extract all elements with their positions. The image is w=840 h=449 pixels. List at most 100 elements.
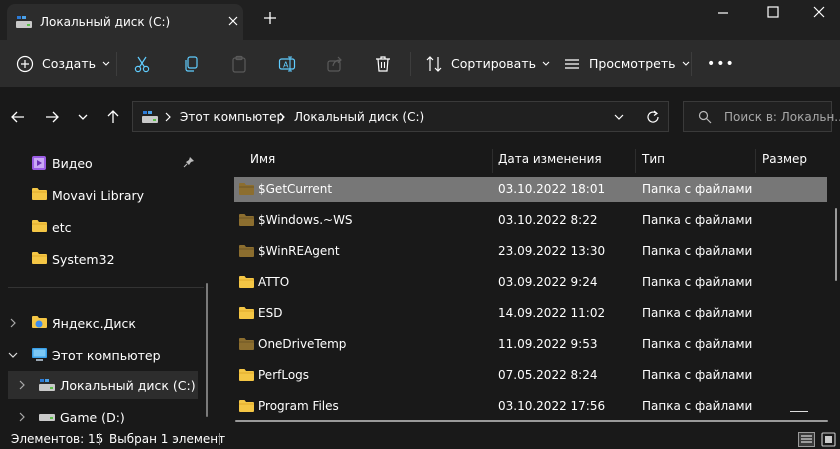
tab-local-disk[interactable]: Локальный диск (C:): [7, 4, 243, 40]
column-date-label: Дата изменения: [498, 152, 602, 166]
file-date-modified: 03.09.2022 9:24: [498, 275, 598, 289]
column-divider[interactable]: [492, 149, 493, 173]
create-label: Создать: [42, 56, 96, 71]
nav-item-label: Видео: [52, 156, 93, 171]
file-row[interactable]: ESD 14.09.2022 11:02 Папка с файлами: [234, 301, 827, 326]
folder-icon: [238, 275, 255, 289]
address-dropdown-chevron-icon[interactable]: [613, 113, 625, 121]
file-date-modified: 23.09.2022 13:30: [498, 244, 606, 258]
column-divider[interactable]: [635, 149, 636, 173]
file-date-modified: 03.10.2022 17:56: [498, 399, 606, 413]
nav-item-yandex-disk[interactable]: Яндекс.Диск: [0, 309, 200, 337]
share-button[interactable]: [326, 40, 344, 87]
chevron-right-icon[interactable]: [278, 112, 286, 122]
folder-icon: [238, 306, 255, 320]
column-header-date[interactable]: Дата изменения: [498, 149, 638, 170]
breadcrumb-local-disk[interactable]: Локальный диск (C:): [294, 110, 424, 124]
search-placeholder: Поиск в: Локальн...: [724, 110, 840, 124]
nav-item-game-d[interactable]: Game (D:): [0, 403, 200, 427]
chevron-right-icon[interactable]: [18, 412, 26, 422]
chevron-down-icon: [542, 61, 550, 67]
close-tab-icon[interactable]: [226, 14, 240, 28]
file-date-modified: 11.09.2022 9:53: [498, 337, 598, 351]
new-tab-icon[interactable]: [262, 10, 278, 26]
column-size-label: Размер: [762, 152, 808, 166]
chevron-right-icon[interactable]: [9, 318, 17, 328]
view-button[interactable]: Просмотреть: [563, 40, 690, 87]
svg-text:A: A: [283, 60, 289, 69]
chevron-down-icon[interactable]: [8, 351, 18, 359]
breadcrumb-this-pc[interactable]: Этот компьютер: [180, 110, 284, 124]
nav-item-label: Game (D:): [60, 410, 125, 425]
back-arrow-icon[interactable]: [10, 109, 26, 125]
more-dots-icon: •••: [707, 55, 735, 72]
address-bar[interactable]: Этот компьютер Локальный диск (C:): [132, 101, 669, 132]
refresh-icon[interactable]: [645, 109, 661, 125]
nav-item-label: Movavi Library: [52, 188, 145, 203]
file-list-horizontal-scrollbar[interactable]: [235, 420, 828, 422]
column-header-type[interactable]: Тип: [642, 149, 752, 170]
create-button[interactable]: Создать: [16, 40, 110, 87]
file-row[interactable]: PerfLogs 07.05.2022 8:24 Папка с файлами: [234, 363, 827, 388]
toolbar-divider: [691, 52, 692, 76]
video-folder-icon: [31, 155, 47, 171]
chevron-right-icon[interactable]: [18, 380, 26, 390]
search-box[interactable]: Поиск в: Локальн...: [683, 101, 840, 132]
nav-item-this-pc[interactable]: Этот компьютер: [0, 341, 200, 369]
close-window-icon[interactable]: [811, 5, 827, 19]
status-bar: Элементов: 15 Выбран 1 элемент: [0, 427, 840, 449]
column-header-size[interactable]: Размер: [762, 149, 832, 170]
file-row[interactable]: Program Files 03.10.2022 17:56 Папка с фай…: [234, 394, 827, 419]
paste-button[interactable]: [230, 40, 248, 87]
folder-icon: [31, 251, 48, 265]
nav-item-video[interactable]: Видео: [0, 149, 200, 177]
delete-button[interactable]: [374, 40, 392, 87]
file-row[interactable]: $WinREAgent 23.09.2022 13:30 Папка с файла…: [234, 239, 827, 264]
rename-icon: A: [278, 55, 296, 73]
up-arrow-icon[interactable]: [105, 109, 121, 125]
column-divider[interactable]: [755, 149, 756, 173]
cut-button[interactable]: [133, 40, 151, 87]
nav-scrollbar[interactable]: [206, 283, 208, 417]
details-view-button[interactable]: [798, 432, 815, 447]
file-type: Папка с файлами: [642, 337, 753, 351]
sort-button[interactable]: Сортировать: [425, 40, 550, 87]
nav-item-movavi-library[interactable]: Movavi Library: [0, 181, 200, 209]
pin-icon[interactable]: [183, 156, 195, 168]
folder-icon: [238, 399, 255, 413]
forward-arrow-icon[interactable]: [44, 109, 60, 125]
nav-item-local-disk-c[interactable]: Локальный диск (C:): [8, 371, 198, 399]
more-options-button[interactable]: •••: [707, 40, 735, 87]
minimize-icon[interactable]: [716, 8, 730, 18]
file-date-modified: 07.05.2022 8:24: [498, 368, 598, 382]
column-type-label: Тип: [642, 152, 665, 166]
maximize-icon[interactable]: [765, 5, 781, 19]
file-list-vertical-scrollbar[interactable]: [835, 208, 837, 281]
details-view-icon: [801, 435, 812, 443]
chevron-right-icon[interactable]: [164, 112, 172, 122]
folder-icon: [238, 337, 255, 351]
file-list: Имя Дата изменения Тип Размер $GetCurren…: [222, 149, 840, 427]
nav-item-label: System32: [52, 252, 115, 267]
column-name-label: Имя: [250, 152, 276, 166]
recent-locations-chevron-icon[interactable]: [77, 112, 89, 122]
file-row[interactable]: ATTO 03.09.2022 9:24 Папка с файлами: [234, 270, 827, 295]
drive-c-icon: [141, 110, 159, 124]
nav-item-label: Этот компьютер: [52, 348, 161, 363]
drive-c-icon: [38, 378, 56, 392]
file-row[interactable]: $Windows.~WS 03.10.2022 8:22 Папка с файла…: [234, 208, 827, 233]
folder-icon: [238, 368, 255, 382]
chevron-down-icon: [102, 61, 110, 67]
column-header-name[interactable]: Имя: [250, 149, 490, 170]
nav-item-system32[interactable]: System32: [0, 245, 200, 273]
rename-button[interactable]: A: [278, 40, 296, 87]
copy-icon: [182, 55, 200, 73]
file-date-modified: 14.09.2022 11:02: [498, 306, 606, 320]
file-name: ESD: [258, 306, 283, 320]
file-date-modified: 03.10.2022 8:22: [498, 213, 598, 227]
file-row[interactable]: OneDriveTemp 11.09.2022 9:53 Папка с файла…: [234, 332, 827, 357]
tiles-view-button[interactable]: [821, 432, 836, 447]
nav-item-etc[interactable]: etc: [0, 213, 200, 241]
copy-button[interactable]: [182, 40, 200, 87]
file-row[interactable]: $GetCurrent 03.10.2022 18:01 Папка с файла…: [234, 177, 827, 202]
